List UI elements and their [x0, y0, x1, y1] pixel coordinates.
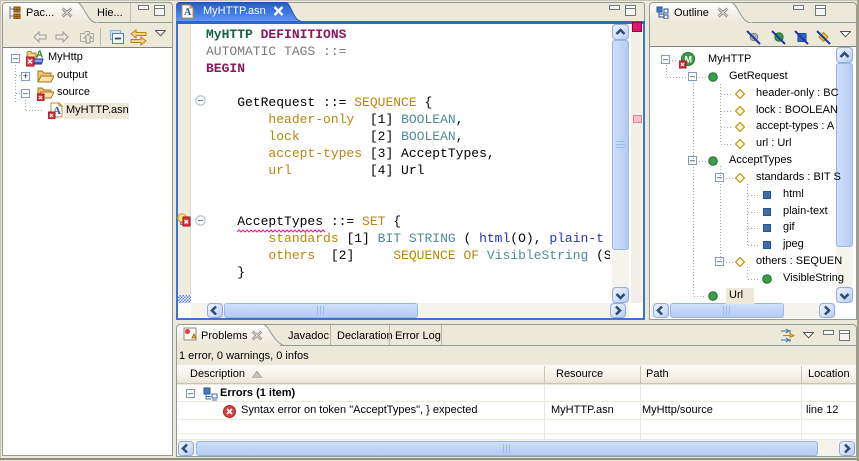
svg-text:A: A [36, 50, 43, 61]
svg-text:A: A [184, 7, 192, 18]
